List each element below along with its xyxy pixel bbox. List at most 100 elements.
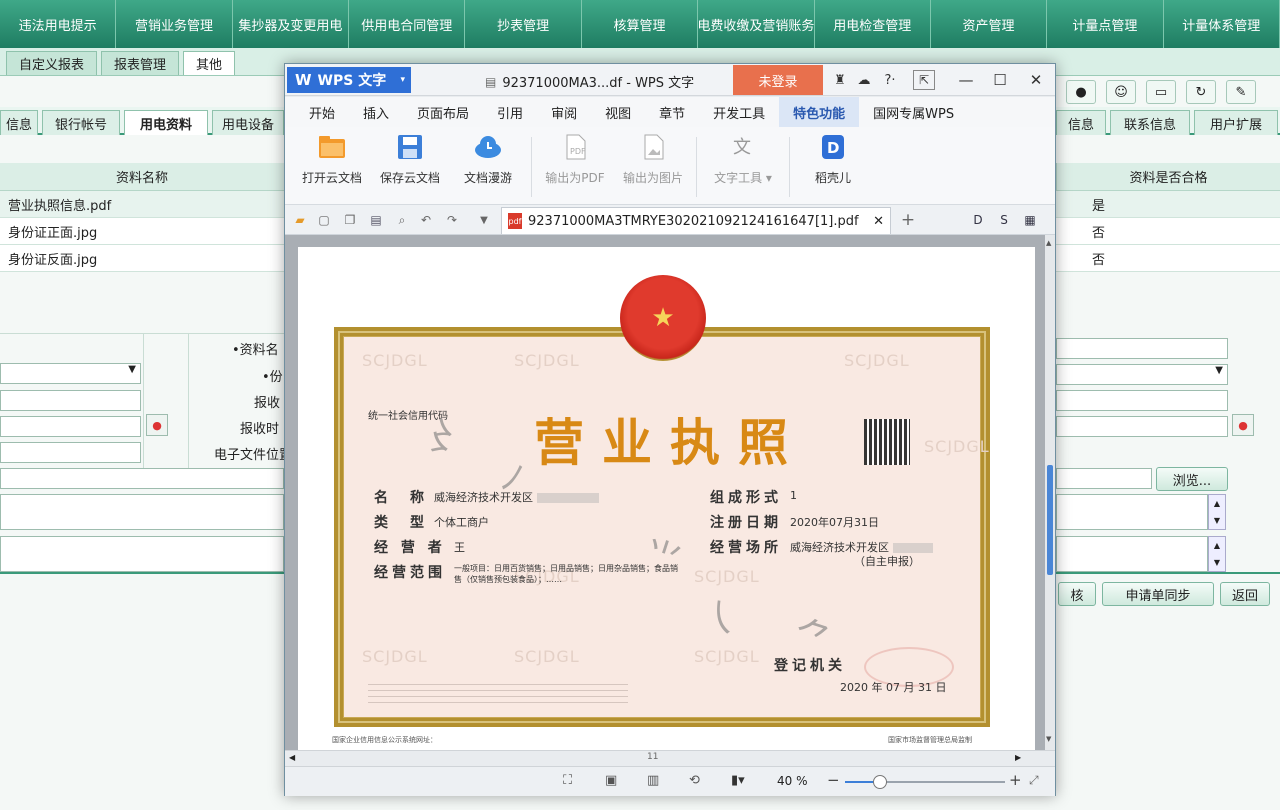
input-file-left[interactable] xyxy=(0,468,284,489)
print-icon[interactable]: ▤ xyxy=(367,211,385,229)
input-left-3[interactable] xyxy=(0,442,141,463)
input-file-right[interactable] xyxy=(1056,468,1152,489)
nav-item[interactable]: 用电检查管理 xyxy=(815,0,931,48)
nav-item[interactable]: 供用电合同管理 xyxy=(349,0,466,48)
undo-icon[interactable]: ↶ xyxy=(417,211,435,229)
save-cloud-doc-button[interactable]: 保存云文档 xyxy=(371,133,449,201)
fit-page-icon[interactable]: ⛶ xyxy=(563,773,572,788)
dropdown-left[interactable]: ▼ xyxy=(0,363,141,384)
text-tools-button[interactable]: 文 文字工具 ▾ xyxy=(701,133,785,201)
back-button[interactable]: 返回 xyxy=(1220,582,1270,606)
textarea-left-2[interactable] xyxy=(0,536,284,572)
horizontal-scrollbar[interactable]: ◀ 11 ▶ xyxy=(285,750,1055,766)
tab-start[interactable]: 开始 xyxy=(295,97,349,127)
tab-info[interactable]: 信息 xyxy=(0,110,38,135)
refresh-icon[interactable]: ↻ xyxy=(1186,80,1216,104)
scroll-right-icon[interactable]: ▶ xyxy=(1015,753,1021,762)
table-row[interactable]: 身份证正面.jpg xyxy=(0,218,284,245)
tab-review[interactable]: 审阅 xyxy=(537,97,591,127)
zoom-slider-knob[interactable] xyxy=(873,775,888,789)
maximize-icon[interactable]: ☐ xyxy=(987,68,1013,92)
tab-bank-account[interactable]: 银行帐号 xyxy=(42,110,120,135)
input-left-2[interactable] xyxy=(0,416,141,437)
scroll-up-icon[interactable]: ▲ xyxy=(1046,239,1051,247)
browse-button[interactable]: 浏览... xyxy=(1156,467,1228,491)
nav-item[interactable]: 资产管理 xyxy=(931,0,1048,48)
table-row[interactable]: 营业执照信息.pdf xyxy=(0,191,284,218)
tab-contact[interactable]: 联系信息 xyxy=(1110,110,1190,135)
textarea-right-2[interactable] xyxy=(1056,536,1208,572)
tab-chapter[interactable]: 章节 xyxy=(645,97,699,127)
subtab-custom-report[interactable]: 自定义报表 xyxy=(6,51,98,75)
bookmark-icon[interactable]: ▮▾ xyxy=(731,773,745,788)
new-tab-icon[interactable]: + xyxy=(899,210,917,230)
calendar-icon[interactable]: ● xyxy=(146,414,168,436)
vertical-scrollbar[interactable]: ▲ ▼ xyxy=(1045,235,1055,750)
edit-icon[interactable]: ✎ xyxy=(1226,80,1256,104)
close-icon[interactable]: ✕ xyxy=(1023,68,1049,92)
fullscreen-icon[interactable]: ⤢ xyxy=(1029,773,1039,788)
nav-item[interactable]: 计量点管理 xyxy=(1047,0,1164,48)
table-row[interactable]: 身份证反面.jpg xyxy=(0,245,284,272)
tab-power-equipment[interactable]: 用电设备 xyxy=(212,110,284,135)
open-cloud-doc-button[interactable]: 打开云文档 xyxy=(293,133,371,201)
chat-icon[interactable]: ☁ xyxy=(851,68,877,92)
dropdown-right[interactable]: ▼ xyxy=(1056,364,1228,385)
zoom-out-icon[interactable]: − xyxy=(827,771,840,789)
tab-reference[interactable]: 引用 xyxy=(483,97,537,127)
textarea-right-1[interactable] xyxy=(1056,494,1208,530)
double-page-icon[interactable]: ▥ xyxy=(647,773,659,788)
save-icon[interactable]: ▢ xyxy=(315,211,333,229)
nav-item[interactable]: 抄表管理 xyxy=(465,0,582,48)
tab-power-docs[interactable]: 用电资料 xyxy=(124,110,208,135)
single-page-icon[interactable]: ▣ xyxy=(605,773,617,788)
input-right-2[interactable] xyxy=(1056,390,1228,411)
input-right-3[interactable] xyxy=(1056,416,1228,437)
message-icon[interactable]: ▭ xyxy=(1146,80,1176,104)
tab-view[interactable]: 视图 xyxy=(591,97,645,127)
subtab-report-manage[interactable]: 报表管理 xyxy=(101,51,180,75)
minimize-icon[interactable]: — xyxy=(953,68,979,92)
rotate-icon[interactable]: ⟲ xyxy=(689,773,700,788)
docer-mini-icon[interactable]: D xyxy=(969,211,987,229)
login-button[interactable]: 未登录 xyxy=(733,65,823,95)
tab-developer[interactable]: 开发工具 xyxy=(699,97,779,127)
export-image-button[interactable]: 输出为图片 xyxy=(614,133,692,201)
dropdown-arrow-icon[interactable]: ▼ xyxy=(475,211,493,229)
open-icon[interactable]: ▰ xyxy=(291,211,309,229)
docer-button[interactable]: D 稻壳儿 xyxy=(794,133,872,201)
document-tab[interactable]: pdf 92371000MA3TMRYE302021092124161647[1… xyxy=(501,207,891,234)
table-cell-ok[interactable]: 否 xyxy=(1056,245,1280,272)
zoom-level[interactable]: 40 % xyxy=(777,774,808,788)
spin-buttons[interactable]: ▲ ▼ xyxy=(1208,494,1226,530)
close-tab-icon[interactable]: ✕ xyxy=(873,214,890,229)
nav-item[interactable]: 计量体系管理 xyxy=(1164,0,1280,48)
scroll-thumb[interactable] xyxy=(1047,465,1053,575)
user-icon[interactable]: ☺ xyxy=(1106,80,1136,104)
wps-app-menu[interactable]: W WPS 文字 ▾ xyxy=(287,67,411,93)
scroll-down-icon[interactable]: ▼ xyxy=(1046,735,1051,743)
spin-buttons[interactable]: ▲ ▼ xyxy=(1208,536,1226,572)
redo-icon[interactable]: ↷ xyxy=(443,211,461,229)
help-icon[interactable]: ?· xyxy=(877,68,903,92)
input-left-1[interactable] xyxy=(0,390,141,411)
tab-info-right[interactable]: 信息 xyxy=(1056,110,1106,135)
nav-item[interactable]: 电费收缴及营销账务 xyxy=(698,0,815,48)
copy-icon[interactable]: ❐ xyxy=(341,211,359,229)
table-cell-ok[interactable]: 是 xyxy=(1056,191,1280,218)
subtab-other[interactable]: 其他 xyxy=(183,51,236,75)
nav-item[interactable]: 集抄器及变更用电 xyxy=(233,0,350,48)
tab-special-features[interactable]: 特色功能 xyxy=(779,97,860,127)
pin-icon[interactable]: ⇱ xyxy=(913,70,935,90)
nav-item[interactable]: 核算管理 xyxy=(582,0,699,48)
zoom-slider[interactable] xyxy=(845,775,1005,789)
nav-item[interactable]: 违法用电提示 xyxy=(0,0,117,48)
textarea-left-1[interactable] xyxy=(0,494,284,530)
export-pdf-button[interactable]: PDF 输出为PDF xyxy=(536,133,614,201)
tab-page-layout[interactable]: 页面布局 xyxy=(403,97,483,127)
tab-insert[interactable]: 插入 xyxy=(349,97,403,127)
doc-roaming-button[interactable]: 文档漫游 xyxy=(449,133,527,201)
nav-item[interactable]: 营销业务管理 xyxy=(116,0,233,48)
table-cell-ok[interactable]: 否 xyxy=(1056,218,1280,245)
zoom-in-icon[interactable]: + xyxy=(1009,771,1022,789)
